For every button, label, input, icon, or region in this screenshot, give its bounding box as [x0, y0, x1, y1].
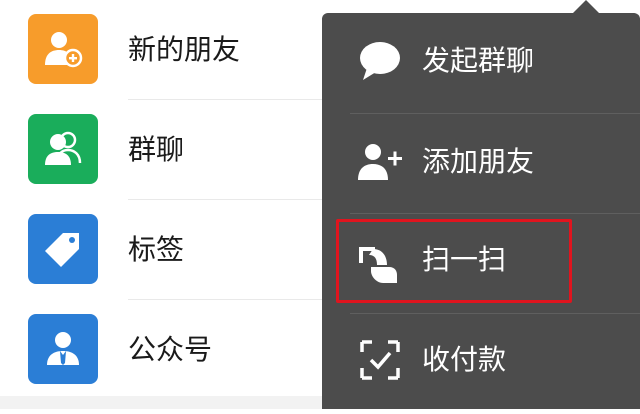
add-friend-icon — [28, 14, 98, 84]
add-person-icon — [356, 138, 404, 186]
contact-label: 群聊 — [128, 133, 185, 166]
menu-item-add-friend[interactable]: 添加朋友 — [322, 114, 640, 214]
chat-bubble-icon — [356, 37, 404, 85]
group-chat-icon — [28, 114, 98, 184]
menu-label: 添加朋友 — [422, 145, 535, 178]
popup-arrow — [572, 0, 600, 14]
tag-icon — [28, 214, 98, 284]
menu-label: 发起群聊 — [422, 44, 535, 77]
menu-item-start-group-chat[interactable]: 发起群聊 — [322, 13, 640, 114]
menu-item-payment[interactable]: 收付款 — [322, 314, 640, 414]
contact-label: 新的朋友 — [128, 33, 241, 66]
contact-label: 公众号 — [128, 333, 213, 366]
contact-label: 标签 — [128, 233, 185, 266]
official-account-icon — [28, 314, 98, 384]
scan-highlight-box — [336, 219, 572, 303]
popup-menu: 发起群聊 添加朋友 扫一扫 收付款 — [322, 13, 640, 409]
payment-icon — [356, 336, 404, 384]
menu-label: 收付款 — [422, 343, 507, 376]
